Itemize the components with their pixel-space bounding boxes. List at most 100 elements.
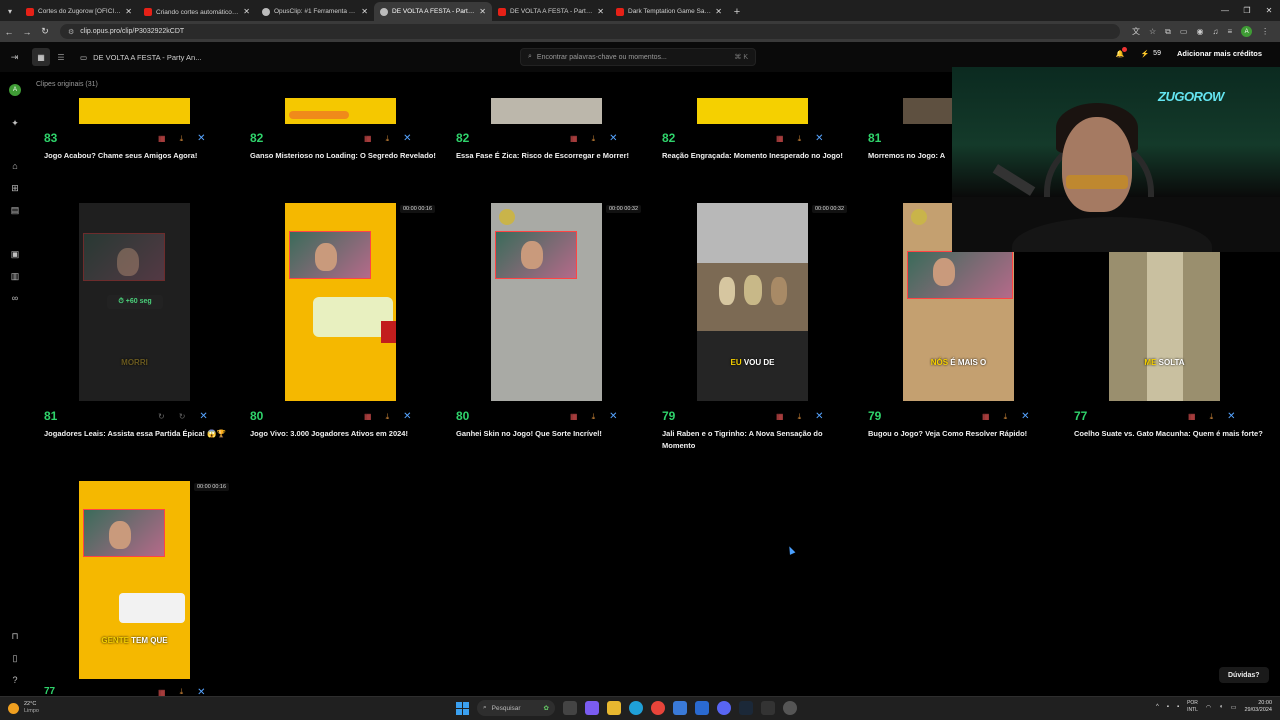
clip-title[interactable]: Jogo Vivo: 3.000 Jogadores Ativos em 202…: [250, 428, 440, 440]
browser-tab[interactable]: Cortes do Zugorow [OFICIAL] - ✕: [20, 2, 138, 21]
weather-widget[interactable]: 22°C Limpo: [8, 701, 39, 715]
url-field[interactable]: ⚙ clip.opus.pro/clip/P3032922kCDT: [60, 24, 1120, 39]
browser-tab[interactable]: Criando cortes automáticos 👀 ✕: [138, 2, 256, 21]
close-window-icon[interactable]: ✕: [1258, 0, 1280, 21]
clip-thumbnail[interactable]: [285, 203, 396, 401]
browser-tab[interactable]: DE VOLTA A FESTA - Party Anim ✕: [492, 2, 610, 21]
extension-icon[interactable]: ◉: [1196, 27, 1203, 36]
download-icon[interactable]: ⤓: [386, 412, 390, 422]
battery-icon[interactable]: ▭: [1231, 704, 1237, 711]
clip-title[interactable]: Reação Engraçada: Momento Inesperado no …: [662, 150, 852, 162]
calendar-icon[interactable]: ▦: [570, 134, 578, 143]
close-icon[interactable]: ✕: [815, 411, 823, 422]
download-icon[interactable]: ⤓: [386, 134, 390, 144]
download-icon[interactable]: ⤓: [1210, 412, 1214, 422]
grid-view-icon[interactable]: ▦: [32, 48, 50, 66]
calendar-icon[interactable]: ▦: [158, 134, 166, 143]
ai-icon[interactable]: ✦: [9, 117, 21, 129]
close-icon[interactable]: ✕: [1227, 411, 1235, 422]
clip-thumbnail[interactable]: [79, 98, 190, 124]
download-icon[interactable]: ⤓: [592, 412, 596, 422]
close-tab-icon[interactable]: ✕: [479, 7, 486, 16]
site-info-icon[interactable]: ⚙: [68, 28, 74, 36]
tab-actions-icon[interactable]: ▾: [0, 2, 20, 21]
taskbar-search[interactable]: ⌕ Pesquisar ✿: [477, 700, 555, 716]
help-icon[interactable]: ?: [9, 674, 21, 686]
store-icon[interactable]: [673, 701, 687, 715]
add-credits-button[interactable]: Adicionar mais créditos: [1177, 49, 1262, 58]
clip-title[interactable]: Morremos no Jogo: A: [868, 150, 952, 162]
workspace-avatar[interactable]: A: [9, 84, 21, 96]
close-tab-icon[interactable]: ✕: [361, 7, 368, 16]
collapse-sidebar-icon[interactable]: ⇥: [5, 52, 24, 63]
close-icon[interactable]: ✕: [403, 133, 411, 144]
close-icon[interactable]: ✕: [609, 411, 617, 422]
close-icon[interactable]: ✕: [403, 411, 411, 422]
clip-title[interactable]: Jogadores Leais: Assista essa Partida Ép…: [44, 428, 234, 440]
steam-icon[interactable]: [739, 701, 753, 715]
close-icon[interactable]: ✕: [197, 688, 205, 696]
close-tab-icon[interactable]: ✕: [597, 7, 604, 16]
sidepanel-icon[interactable]: ▭: [1180, 27, 1188, 36]
close-icon[interactable]: ✕: [815, 133, 823, 144]
download-icon[interactable]: ⤓: [798, 412, 802, 422]
help-button[interactable]: Dúvidas?: [1219, 667, 1269, 683]
download-icon[interactable]: ⤓: [180, 688, 184, 696]
extend-clip-overlay[interactable]: ⏱ +60 seg: [107, 295, 163, 309]
clip-thumbnail[interactable]: ME SOLTA: [1109, 252, 1220, 401]
windows-start-icon[interactable]: [456, 701, 469, 715]
close-icon[interactable]: ✕: [197, 133, 205, 144]
clip-title[interactable]: Jali Raben e o Tigrinho: A Nova Sensação…: [662, 428, 852, 451]
clip-thumbnail[interactable]: [697, 98, 808, 124]
wifi-icon[interactable]: ◠: [1206, 704, 1211, 711]
book-icon[interactable]: ▯: [9, 652, 21, 664]
calendar-icon[interactable]: ▦: [982, 412, 990, 421]
clip-thumbnail[interactable]: [491, 98, 602, 124]
minimize-icon[interactable]: —: [1214, 0, 1236, 21]
close-icon[interactable]: ✕: [199, 411, 207, 422]
tray-app-icon[interactable]: ▪: [1167, 704, 1169, 710]
extensions-icon[interactable]: ⧉: [1165, 27, 1171, 37]
clip-title[interactable]: Coelho Suate vs. Gato Macunha: Quem é ma…: [1074, 428, 1264, 440]
tray-chevron-icon[interactable]: ^: [1156, 704, 1159, 710]
download-icon[interactable]: ⤓: [592, 134, 596, 144]
language-indicator[interactable]: POR INTL: [1187, 700, 1198, 714]
folder-icon[interactable]: ▤: [9, 204, 21, 216]
clip-title[interactable]: Jogo Acabou? Chame seus Amigos Agora!: [44, 150, 234, 162]
close-icon[interactable]: ✕: [609, 133, 617, 144]
profile-avatar[interactable]: A: [1241, 26, 1253, 37]
translate-icon[interactable]: 文: [1132, 26, 1140, 37]
clock[interactable]: 20:00 29/03/2024: [1244, 700, 1272, 714]
download-icon[interactable]: ⤓: [180, 134, 184, 144]
calendar-icon[interactable]: ▦: [158, 688, 166, 696]
clip-thumbnail[interactable]: EU VOU DE: [697, 203, 808, 401]
clip-title[interactable]: Ganhei Skin no Jogo! Que Sorte Incrível!: [456, 428, 646, 440]
project-title[interactable]: ▭ DE VOLTA A FESTA - Party An...: [80, 53, 201, 62]
reload-icon[interactable]: ↻: [36, 26, 54, 37]
forward-icon[interactable]: →: [18, 27, 36, 37]
clip-title[interactable]: Ganso Misterioso no Loading: O Segredo R…: [250, 150, 440, 162]
gift-icon[interactable]: ⊓: [9, 630, 21, 642]
app-icon[interactable]: [761, 701, 775, 715]
clip-thumbnail[interactable]: [903, 98, 952, 124]
clip-title[interactable]: Essa Fase É Zica: Risco de Escorregar e …: [456, 150, 646, 162]
back-icon[interactable]: ←: [0, 27, 18, 37]
refresh-icon[interactable]: ↻: [179, 412, 186, 421]
new-tab-button[interactable]: +: [728, 2, 746, 21]
apps-icon[interactable]: ⊞: [9, 182, 21, 194]
mail-icon[interactable]: [695, 701, 709, 715]
file-explorer-icon[interactable]: [607, 701, 621, 715]
calendar-icon[interactable]: ▣: [9, 248, 21, 260]
bookmark-star-icon[interactable]: ☆: [1149, 27, 1156, 36]
clip-thumbnail[interactable]: ⏱ +60 seg MORRI: [79, 203, 190, 401]
widgets-icon[interactable]: [585, 701, 599, 715]
refresh-icon[interactable]: ↻: [158, 412, 165, 421]
clip-thumbnail[interactable]: [285, 98, 396, 124]
list-view-icon[interactable]: ☰: [52, 48, 70, 66]
maximize-icon[interactable]: ❐: [1236, 0, 1258, 21]
browser-tab[interactable]: OpusClip: #1 Ferramenta de re ✕: [256, 2, 374, 21]
media-icon[interactable]: ♫: [1212, 27, 1218, 36]
kebab-menu-icon[interactable]: ⋮: [1261, 27, 1269, 36]
link-icon[interactable]: ∞: [9, 292, 21, 304]
calendar-icon[interactable]: ▦: [776, 134, 784, 143]
